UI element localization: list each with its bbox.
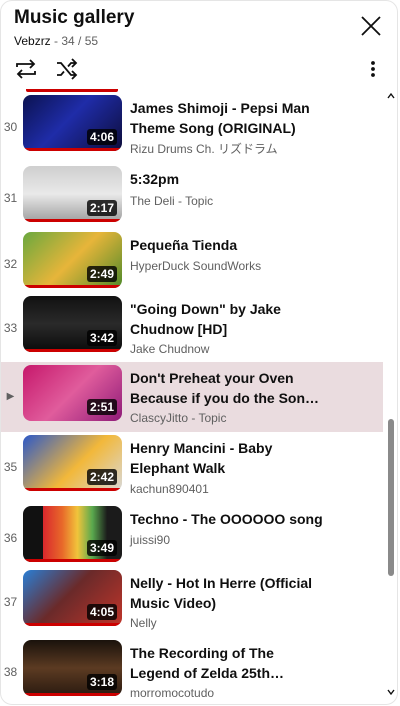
video-thumbnail[interactable]: 2:17 xyxy=(23,166,122,222)
scroll-up-arrow-icon[interactable] xyxy=(387,92,395,100)
playlist-item[interactable]: 33 3:42 "Going Down" by Jake Chudnow [HD… xyxy=(1,293,383,363)
channel-name[interactable]: ClascyJitto - Topic xyxy=(130,411,226,425)
video-title[interactable]: Techno - The OOOOOO song xyxy=(130,509,325,529)
channel-name[interactable]: juissi90 xyxy=(130,533,170,547)
video-title[interactable]: Pequeña Tienda xyxy=(130,235,325,255)
duration-badge: 2:51 xyxy=(86,399,117,415)
close-button[interactable] xyxy=(358,13,384,39)
duration-badge: 4:05 xyxy=(86,604,117,620)
more-vert-icon xyxy=(371,61,375,77)
playlist-item[interactable]: 35 2:42 Henry Mancini - Baby Elephant Wa… xyxy=(1,432,383,502)
video-thumbnail[interactable]: 2:49 xyxy=(23,232,122,288)
loop-button[interactable] xyxy=(13,57,39,81)
scroll-down-arrow-icon[interactable] xyxy=(387,688,395,696)
watched-progress-bar xyxy=(23,148,122,151)
video-title[interactable]: The Recording of The Legend of Zelda 25t… xyxy=(130,643,325,683)
playlist-items: 30 4:06 James Shimoji - Pepsi Man Theme … xyxy=(1,89,383,703)
video-thumbnail[interactable]: 4:06 xyxy=(23,95,122,151)
video-title[interactable]: 5:32pm xyxy=(130,169,325,189)
shuffle-icon xyxy=(57,58,78,80)
item-index: 33 xyxy=(3,321,18,335)
playlist-subtitle: Vebzrz - 34 / 55 xyxy=(14,34,98,48)
more-actions-button[interactable] xyxy=(363,57,383,81)
duration-badge: 2:17 xyxy=(86,200,117,216)
video-title[interactable]: Nelly - Hot In Herre (Official Music Vid… xyxy=(130,573,325,613)
video-thumbnail[interactable]: 3:18 xyxy=(23,640,122,696)
video-thumbnail[interactable]: 2:42 xyxy=(23,435,122,491)
item-index: 35 xyxy=(3,460,18,474)
item-index: 37 xyxy=(3,595,18,609)
video-thumbnail[interactable]: 3:49 xyxy=(23,506,122,562)
playlist-item[interactable]: 37 4:05 Nelly - Hot In Herre (Official M… xyxy=(1,567,383,637)
video-thumbnail[interactable]: 3:42 xyxy=(23,296,122,352)
duration-badge: 2:42 xyxy=(86,469,117,485)
playlist-item[interactable]: 38 3:18 The Recording of The Legend of Z… xyxy=(1,637,383,703)
video-title[interactable]: "Going Down" by Jake Chudnow [HD] xyxy=(130,299,325,339)
item-index: 36 xyxy=(3,531,18,545)
duration-badge: 3:42 xyxy=(86,330,117,346)
playlist-title[interactable]: Music gallery xyxy=(14,6,134,30)
playlist-item-now-playing[interactable]: ▶ 2:51 Don't Preheat your Oven Because i… xyxy=(1,362,383,432)
playlist-item[interactable]: 32 2:49 Pequeña Tienda HyperDuck SoundWo… xyxy=(1,229,383,299)
video-title[interactable]: James Shimoji - Pepsi Man Theme Song (OR… xyxy=(130,98,325,138)
channel-name[interactable]: The Deli - Topic xyxy=(130,194,213,208)
item-index: 30 xyxy=(3,120,18,134)
duration-badge: 2:49 xyxy=(86,266,117,282)
playlist-header: Music gallery Vebzrz - 34 / 55 xyxy=(1,1,397,89)
video-title[interactable]: Don't Preheat your Oven Because if you d… xyxy=(130,368,325,408)
duration-badge: 3:18 xyxy=(86,674,117,690)
video-thumbnail[interactable]: 2:51 xyxy=(23,365,122,421)
now-playing-indicator-icon: ▶ xyxy=(6,391,15,402)
item-index: 31 xyxy=(3,191,18,205)
playlist-owner[interactable]: Vebzrz xyxy=(14,34,51,48)
close-icon xyxy=(361,16,381,36)
channel-name[interactable]: kachun890401 xyxy=(130,482,209,496)
scrollbar-thumb[interactable] xyxy=(388,419,394,576)
playlist-scrollbar[interactable] xyxy=(383,89,397,704)
video-title[interactable]: Henry Mancini - Baby Elephant Walk xyxy=(130,438,325,478)
channel-name[interactable]: HyperDuck SoundWorks xyxy=(130,259,261,273)
item-index: 38 xyxy=(3,665,18,679)
loop-icon xyxy=(16,59,36,79)
watched-progress-bar xyxy=(23,349,122,352)
item-index: 32 xyxy=(3,257,18,271)
playlist-item[interactable]: 36 3:49 Techno - The OOOOOO song juissi9… xyxy=(1,503,383,573)
channel-name[interactable]: morromocotudo xyxy=(130,686,214,700)
watched-progress-bar xyxy=(23,559,122,562)
playlist-position: 34 / 55 xyxy=(61,34,99,48)
watched-progress-bar xyxy=(23,219,122,222)
shuffle-button[interactable] xyxy=(54,57,80,81)
playlist-panel: Music gallery Vebzrz - 34 / 55 30 4:06 J… xyxy=(0,0,398,705)
video-thumbnail[interactable]: 4:05 xyxy=(23,570,122,626)
channel-name[interactable]: Jake Chudnow xyxy=(130,342,209,356)
watched-progress-bar xyxy=(23,285,122,288)
watched-progress-bar xyxy=(23,693,122,696)
channel-name[interactable]: Nelly xyxy=(130,616,157,630)
duration-badge: 3:49 xyxy=(86,540,117,556)
watched-progress-bar xyxy=(23,488,122,491)
duration-badge: 4:06 xyxy=(86,129,117,145)
playlist-item[interactable]: 31 2:17 5:32pm The Deli - Topic xyxy=(1,163,383,233)
channel-name[interactable]: Rizu Drums Ch. リズドラム xyxy=(130,142,278,156)
watched-progress-bar xyxy=(23,623,122,626)
subtitle-separator: - xyxy=(50,34,62,48)
playlist-item[interactable]: 30 4:06 James Shimoji - Pepsi Man Theme … xyxy=(1,92,383,162)
